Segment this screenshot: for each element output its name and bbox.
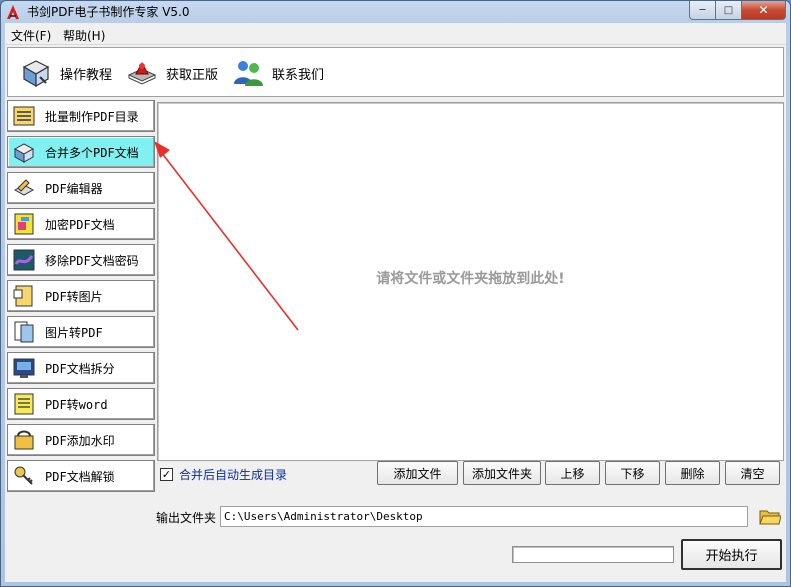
- auto-toc-label: 合并后自动生成目录: [179, 468, 288, 482]
- tutorial-label: 操作教程: [60, 67, 113, 83]
- menu-bar: 文件(F) 帮助(H): [5, 23, 786, 45]
- get-genuine-label: 获取正版: [166, 67, 219, 83]
- output-folder-label: 输出文件夹: [156, 511, 217, 525]
- app-window: 书剑PDF电子书制作专家 V5.0 ─ □ ✕ 文件(F) 帮助(H) 操作教程: [0, 0, 791, 587]
- delete-button[interactable]: 删除: [665, 461, 720, 485]
- contact-us-button[interactable]: 联系我们: [232, 57, 324, 89]
- menu-help[interactable]: 帮助(H): [63, 27, 105, 44]
- auto-toc-checkbox[interactable]: ✓: [160, 468, 173, 481]
- move-up-button[interactable]: 上移: [545, 461, 600, 485]
- sidebar-item-split-pdf[interactable]: PDF文档拆分: [7, 352, 155, 384]
- contact-users-icon: [234, 61, 263, 86]
- editor-icon: [13, 179, 35, 196]
- add-folder-button[interactable]: 添加文件夹: [463, 461, 541, 485]
- image-to-pdf-icon: [14, 321, 34, 343]
- check-icon: ✓: [161, 468, 172, 481]
- close-icon: ✕: [758, 3, 769, 17]
- minimize-button[interactable]: ─: [689, 1, 716, 20]
- minimize-icon: ─: [699, 4, 706, 16]
- drop-hint-text: 请将文件或文件夹拖放到此处!: [376, 271, 565, 287]
- sidebar-item-batch-toc[interactable]: 批量制作PDF目录: [7, 100, 155, 132]
- window-title: 书剑PDF电子书制作专家 V5.0: [27, 5, 190, 19]
- toolbar: 操作教程 获取正版 联系我们: [7, 47, 784, 97]
- sidebar-item-pdf-to-image[interactable]: PDF转图片: [7, 280, 155, 312]
- output-folder-input[interactable]: C:\Users\Administrator\Desktop: [220, 506, 748, 527]
- clear-button[interactable]: 清空: [725, 461, 780, 485]
- list-folder-icon: [13, 106, 35, 126]
- unlock-icon: [14, 466, 33, 485]
- add-file-button[interactable]: 添加文件: [377, 461, 458, 485]
- sidebar-item-pdf-to-word[interactable]: PDF转word: [7, 388, 155, 420]
- menu-file[interactable]: 文件(F): [11, 27, 51, 44]
- maximize-button[interactable]: □: [716, 1, 742, 20]
- sidebar-item-pdf-editor[interactable]: PDF编辑器: [7, 172, 155, 204]
- contact-us-label: 联系我们: [272, 67, 325, 83]
- get-genuine-button[interactable]: 获取正版: [126, 57, 218, 89]
- book-icon: [22, 60, 50, 88]
- close-button[interactable]: ✕: [742, 1, 786, 20]
- title-bar[interactable]: 书剑PDF电子书制作专家 V5.0 ─ □ ✕: [1, 1, 790, 23]
- watermark-icon: [14, 430, 34, 450]
- sidebar-item-watermark[interactable]: PDF添加水印: [7, 424, 155, 456]
- progress-bar: [512, 546, 674, 563]
- file-drop-zone[interactable]: 请将文件或文件夹拖放到此处!: [157, 102, 784, 461]
- tutorial-button[interactable]: 操作教程: [20, 57, 112, 89]
- to-image-icon: [13, 285, 33, 307]
- remove-password-icon: [13, 249, 35, 271]
- caption-buttons: ─ □ ✕: [689, 1, 786, 20]
- to-word-icon: [14, 393, 34, 415]
- sidebar-item-image-to-pdf[interactable]: 图片转PDF: [7, 316, 155, 348]
- client-area: 文件(F) 帮助(H) 操作教程 获取正版 联系我们 批量制作PDF目录 合并多…: [5, 23, 786, 582]
- folder-open-icon[interactable]: [759, 505, 781, 527]
- merge-docs-icon: [13, 143, 35, 163]
- auto-toc-option[interactable]: ✓ 合并后自动生成目录: [160, 466, 287, 483]
- sidebar-item-merge-pdf[interactable]: 合并多个PDF文档: [7, 136, 155, 168]
- maximize-icon: □: [723, 4, 734, 16]
- sidebar-item-unlock-pdf[interactable]: PDF文档解锁: [7, 460, 155, 492]
- split-icon: [13, 358, 35, 378]
- sidebar-item-encrypt-pdf[interactable]: 加密PDF文档: [7, 208, 155, 240]
- encrypt-icon: [14, 213, 34, 235]
- start-button[interactable]: 开始执行: [681, 539, 782, 570]
- sidebar-item-remove-password[interactable]: 移除PDF文档密码: [7, 244, 155, 276]
- genuine-key-icon: [127, 61, 157, 85]
- app-logo-icon: [7, 5, 19, 19]
- move-down-button[interactable]: 下移: [605, 461, 660, 485]
